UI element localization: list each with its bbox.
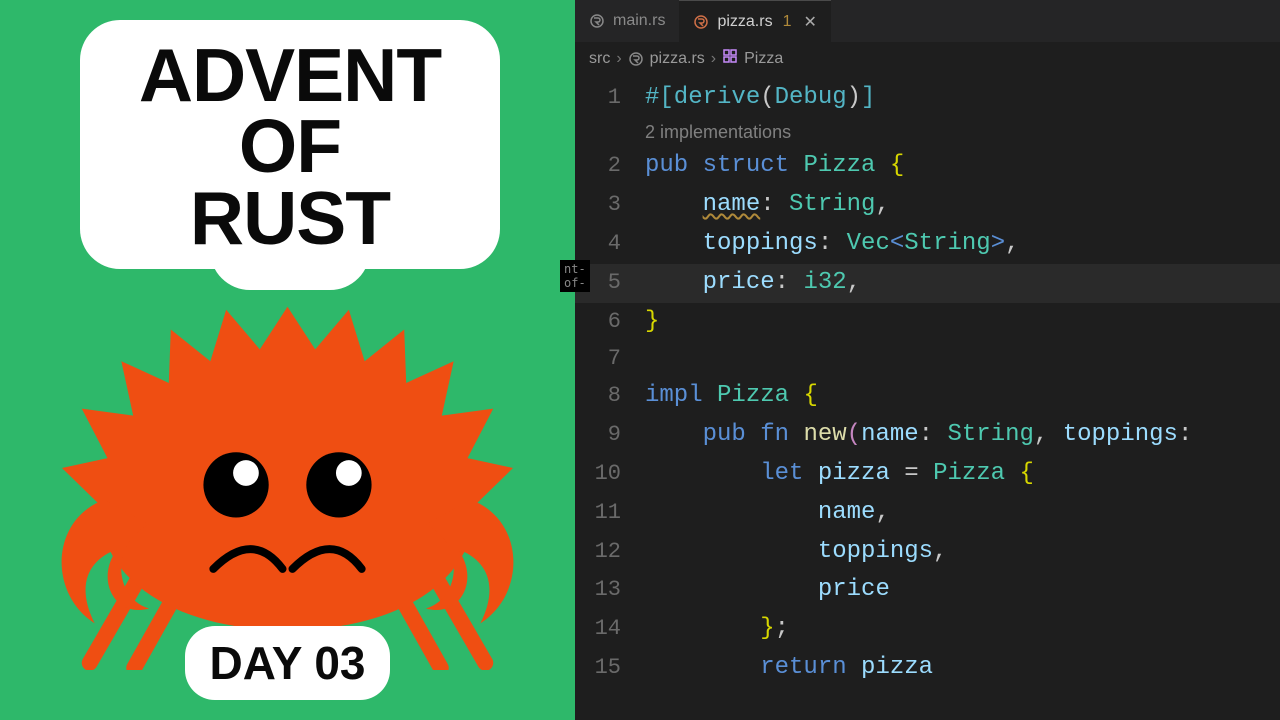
title-line-1: ADVENT OF (110, 40, 470, 183)
line-number: 4 (575, 226, 645, 262)
code-content[interactable]: pub struct Pizza { (645, 147, 904, 186)
breadcrumb[interactable]: src › pizza.rs › Pizza (575, 42, 1280, 75)
line-number: 7 (575, 341, 645, 377)
tab-label: main.rs (613, 12, 665, 30)
title-card: ADVENT OF RUST (80, 20, 500, 269)
code-line[interactable]: 5 price: i32, (575, 264, 1280, 303)
code-line[interactable]: 6} (575, 303, 1280, 342)
day-card: DAY 03 (185, 626, 390, 700)
code-content[interactable]: #[derive(Debug)] (645, 79, 875, 118)
line-number: 6 (575, 304, 645, 340)
rust-icon (589, 13, 605, 29)
code-line[interactable]: 3 name: String, (575, 186, 1280, 225)
tab-main-rs[interactable]: main.rs (575, 0, 679, 42)
tab-pizza-rs[interactable]: pizza.rs 1 ✕ (679, 0, 830, 42)
code-content[interactable]: return pizza (645, 649, 933, 688)
code-content[interactable]: }; (645, 610, 789, 649)
close-icon[interactable]: ✕ (803, 12, 816, 32)
title-line-2: RUST (110, 183, 470, 254)
code-line[interactable]: 13 price (575, 571, 1280, 610)
code-line[interactable]: 14 }; (575, 610, 1280, 649)
code-line[interactable]: 8impl Pizza { (575, 377, 1280, 416)
rust-icon (693, 14, 709, 30)
code-content[interactable]: let pizza = Pizza { (645, 455, 1034, 494)
breadcrumb-root[interactable]: src (589, 50, 610, 68)
code-content[interactable]: toppings, (645, 533, 947, 572)
code-line[interactable]: 4 toppings: Vec<String>, (575, 225, 1280, 264)
code-content[interactable]: price: i32, (645, 264, 861, 303)
code-line[interactable]: 1#[derive(Debug)] (575, 79, 1280, 118)
code-content[interactable]: name, (645, 494, 890, 533)
breadcrumb-symbol[interactable]: Pizza (744, 50, 783, 68)
line-number: 1 (575, 80, 645, 116)
code-line[interactable]: 12 toppings, (575, 533, 1280, 572)
line-number: 13 (575, 572, 645, 608)
line-number: 2 (575, 148, 645, 184)
line-number: 14 (575, 611, 645, 647)
tab-modified-badge: 1 (783, 13, 792, 31)
code-content[interactable]: toppings: Vec<String>, (645, 225, 1020, 264)
tab-label: pizza.rs (717, 13, 772, 31)
editor-panel: main.rs pizza.rs 1 ✕ src › pizza.rs › Pi… (575, 0, 1280, 720)
code-editor[interactable]: 1#[derive(Debug)]2 implementations2pub s… (575, 75, 1280, 720)
line-number: 3 (575, 187, 645, 223)
code-content[interactable]: price (645, 571, 890, 610)
line-number: 9 (575, 417, 645, 453)
day-label: DAY 03 (205, 636, 370, 690)
ferris-icon (60, 270, 515, 670)
line-number: 12 (575, 534, 645, 570)
line-number: 10 (575, 456, 645, 492)
line-number: 8 (575, 378, 645, 414)
overlay-snippet: nt-of- (560, 260, 590, 292)
code-line[interactable]: 9 pub fn new(name: String, toppings: (575, 416, 1280, 455)
line-number: 11 (575, 495, 645, 531)
line-number: 15 (575, 650, 645, 686)
tab-bar: main.rs pizza.rs 1 ✕ (575, 0, 1280, 42)
codelens[interactable]: 2 implementations (645, 118, 791, 147)
code-line[interactable]: 10 let pizza = Pizza { (575, 455, 1280, 494)
code-content[interactable]: } (645, 303, 659, 342)
code-content[interactable]: impl Pizza { (645, 377, 818, 416)
code-content[interactable]: pub fn new(name: String, toppings: (645, 416, 1192, 455)
promo-panel: ADVENT OF RUST DAY 03 nt-of- (0, 0, 575, 720)
code-line[interactable]: 2pub struct Pizza { (575, 147, 1280, 186)
struct-icon (722, 48, 738, 69)
breadcrumb-file[interactable]: pizza.rs (650, 50, 705, 68)
rust-icon (628, 51, 644, 67)
code-line[interactable]: 11 name, (575, 494, 1280, 533)
chevron-right-icon: › (711, 50, 716, 68)
chevron-right-icon: › (616, 50, 621, 68)
code-line[interactable]: 7 (575, 341, 1280, 377)
code-line[interactable]: 15 return pizza (575, 649, 1280, 688)
code-content[interactable]: name: String, (645, 186, 890, 225)
